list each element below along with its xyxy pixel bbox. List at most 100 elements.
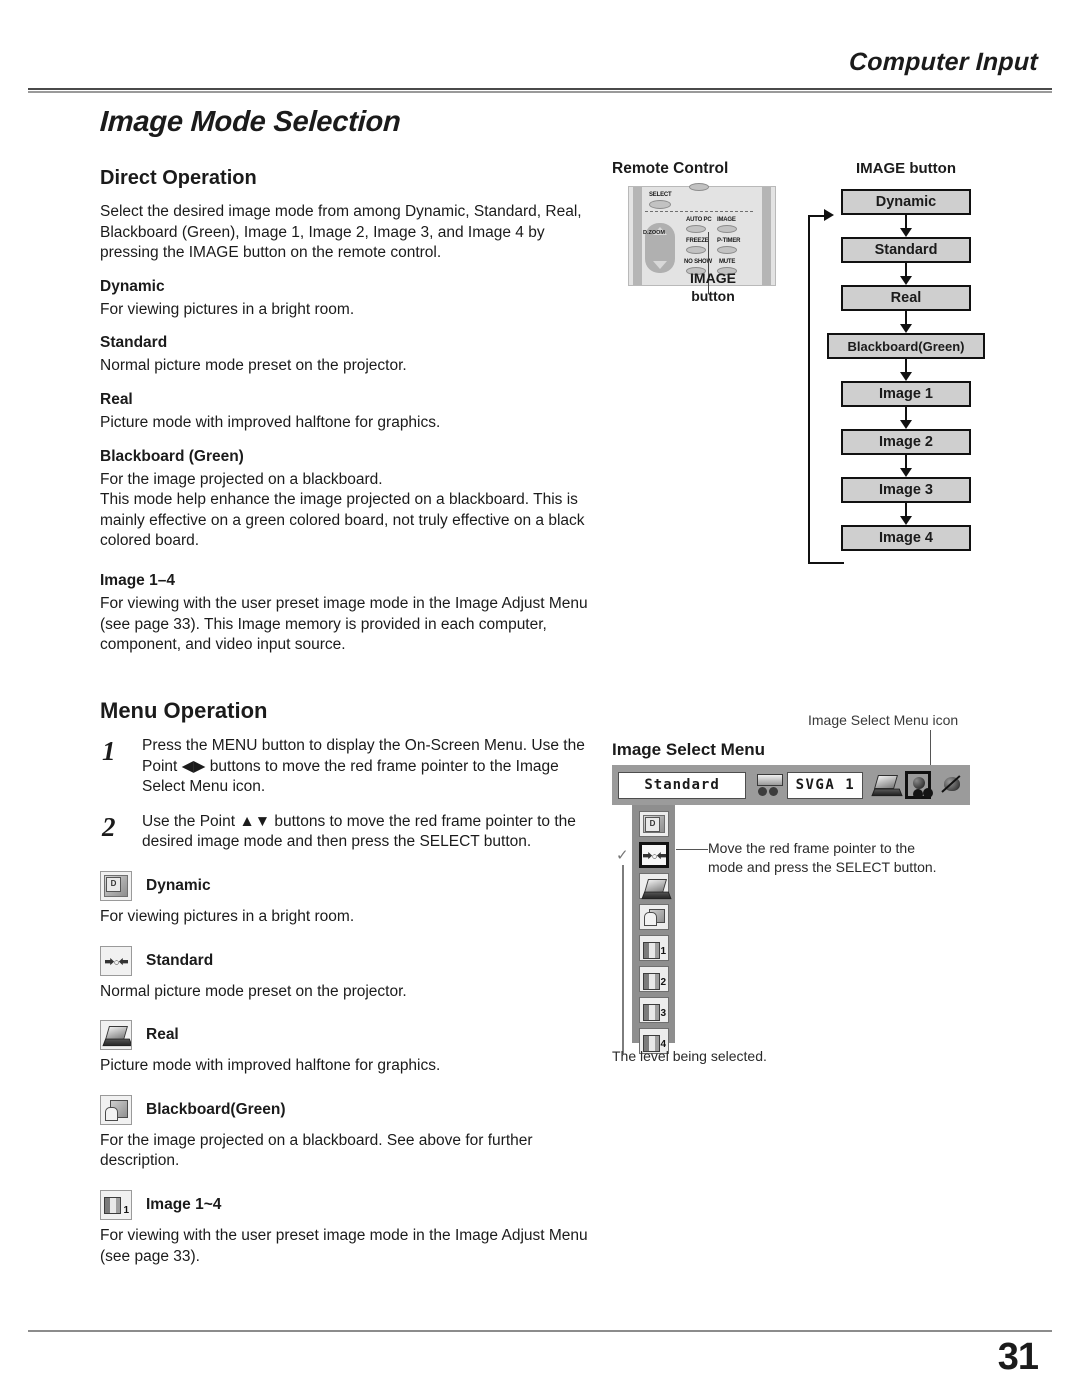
image-select-icon[interactable] [904, 771, 931, 799]
level-caption: The level being selected. [612, 1048, 767, 1064]
image1-icon: 1 [100, 1190, 132, 1221]
image-button-flow-diagram: IMAGE button Dynamic Standard Real Black… [808, 160, 996, 564]
flow-box-real: Real [841, 285, 971, 311]
desc-dynamic: For viewing pictures in a bright room. [100, 300, 355, 318]
dynamic-icon [100, 870, 132, 901]
term-dynamic: Dynamic [100, 277, 165, 295]
flow-arrow-4 [816, 359, 996, 381]
remote-key-label-select: SELECT [649, 192, 672, 198]
menu-mode-standard-desc: Normal picture mode preset on the projec… [100, 982, 407, 1000]
remote-divider [645, 211, 753, 212]
left-column: Image Mode Selection Direct Operation Se… [99, 106, 600, 1273]
remote-button-select[interactable] [649, 200, 671, 209]
flow-arrow-6 [816, 455, 996, 477]
remote-key-label-mute: MUTE [719, 259, 736, 265]
rail-image3-icon[interactable]: 3 [639, 997, 669, 1023]
rail-image1-icon[interactable]: 1 [639, 935, 669, 961]
system-icon[interactable] [754, 771, 784, 799]
flow-box-image-3: Image 3 [841, 477, 971, 503]
image-button-caption: IMAGE button [670, 270, 756, 305]
term-image-1-4: Image 1–4 [100, 572, 175, 590]
osd-note: Move the red frame pointer to the mode a… [708, 840, 937, 875]
flow-box-image-1: Image 1 [841, 381, 971, 407]
remote-button-ptimer[interactable] [717, 246, 737, 254]
term-real: Real [100, 391, 133, 409]
section-heading-menu-operation: Menu Operation [100, 697, 268, 723]
level-indicator-line [622, 865, 624, 1040]
remote-key-label-ptimer: P-TIMER [717, 238, 741, 244]
image-select-menu-figure: Image Select Menu icon Image Select Menu… [612, 712, 1052, 1054]
header-title: Computer Input [848, 48, 1039, 76]
flow-arrow-2 [816, 263, 996, 285]
rail-image2-icon[interactable]: 2 [639, 966, 669, 992]
image-button-caption-line2: button [691, 287, 735, 304]
menu-mode-real-label: Real [146, 1026, 179, 1044]
menu-mode-blackboard-label: Blackboard(Green) [146, 1100, 286, 1118]
flow-arrow-3 [816, 311, 996, 333]
header-divider [28, 88, 1052, 93]
menu-mode-dynamic-desc: For viewing pictures in a bright room. [100, 907, 355, 925]
flow-arrow-5 [816, 407, 996, 429]
step-1: 1 Press the MENU button to display the O… [100, 736, 600, 798]
term-standard: Standard [100, 334, 168, 352]
step-2-text: Use the Point ▲▼ buttons to move the red… [142, 812, 576, 851]
remote-button-autopc[interactable] [686, 225, 706, 233]
rail-real-icon[interactable] [639, 873, 669, 899]
dzoom-down-icon[interactable] [653, 261, 667, 269]
remote-key-label-freeze: FREEZE [686, 238, 709, 244]
remote-button-top[interactable] [689, 183, 709, 191]
remote-side-left [633, 187, 642, 285]
standard-icon [100, 945, 132, 976]
menu-mode-standard-label: Standard [146, 951, 214, 969]
page-number: 31 [997, 1336, 1039, 1378]
flow-arrow-7 [816, 503, 996, 525]
menu-mode-dynamic-label: Dynamic [146, 876, 211, 894]
direct-operation-intro: Select the desired image mode from among… [100, 203, 582, 262]
real-icon [100, 1020, 132, 1051]
remote-key-label-dzoom: D.ZOOM [643, 230, 665, 236]
blackboard-icon [100, 1094, 132, 1125]
flow-box-blackboard-green: Blackboard(Green) [827, 333, 985, 359]
check-icon: ✓ [616, 847, 629, 864]
osd-resolution-value[interactable]: SVGA 1 [787, 771, 864, 799]
menu-mode-image-1-4-desc: For viewing with the user preset image m… [100, 1227, 588, 1265]
menu-mode-dynamic: Dynamic [100, 870, 600, 901]
osd-body: ✓ 1 2 3 4 Move the red frame pointer to … [612, 805, 970, 1054]
desc-real: Picture mode with improved halftone for … [100, 414, 441, 432]
step-2-number: 2 [102, 811, 116, 842]
rail-blackboard-icon[interactable] [639, 904, 669, 930]
remote-button-image[interactable] [717, 225, 737, 233]
remote-key-label-image: IMAGE [717, 217, 736, 223]
osd-note-leader [676, 849, 708, 850]
desc-image-1-4: For viewing with the user preset image m… [100, 595, 588, 654]
flow-box-image-4: Image 4 [841, 525, 971, 551]
menu-mode-image-1-4: 1 Image 1~4 [100, 1190, 600, 1221]
desc-standard: Normal picture mode preset on the projec… [100, 357, 407, 375]
menu-mode-real: Real [100, 1020, 600, 1051]
menu-mode-blackboard-desc: For the image projected on a blackboard.… [100, 1131, 533, 1170]
page-header: Computer Input [0, 0, 1080, 93]
rail-dynamic-icon[interactable] [639, 811, 669, 837]
image-button-caption-line1: IMAGE [690, 270, 736, 286]
step-2: 2 Use the Point ▲▼ buttons to move the r… [100, 812, 600, 853]
footer-divider [28, 1330, 1052, 1332]
section-heading-direct-operation: Direct Operation [100, 167, 257, 189]
step-1-number: 1 [102, 735, 116, 766]
osd-top-bar: Standard SVGA 1 [612, 765, 970, 805]
osd-mode-value[interactable]: Standard [618, 771, 747, 799]
flow-box-image-2: Image 2 [841, 429, 971, 455]
menu-mode-real-desc: Picture mode with improved halftone for … [100, 1057, 441, 1075]
menu-mode-standard: Standard [100, 945, 600, 976]
laptop-icon[interactable] [871, 771, 896, 799]
remote-side-right [762, 187, 771, 285]
term-blackboard-green: Blackboard (Green) [100, 447, 244, 465]
flow-diagram-title: IMAGE button [856, 160, 956, 177]
desc-blackboard-green: For the image projected on a blackboard.… [100, 470, 585, 550]
flow-loop-vertical [808, 215, 810, 564]
rail-standard-icon[interactable] [639, 842, 669, 868]
flow-box-standard: Standard [841, 237, 971, 263]
image-adjust-icon[interactable] [939, 771, 964, 799]
right-column: Remote Control SELECT D.ZOOM AUTO PC IMA… [612, 160, 1052, 564]
remote-button-freeze[interactable] [686, 246, 706, 254]
menu-mode-blackboard: Blackboard(Green) [100, 1094, 600, 1125]
